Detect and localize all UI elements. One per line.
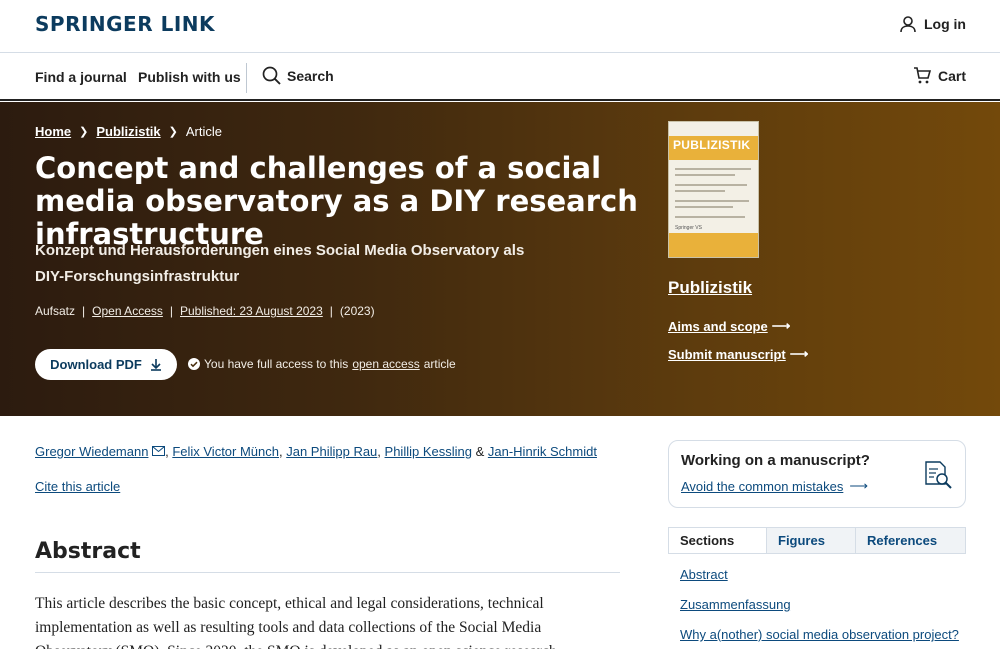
- cover-text-line: [675, 206, 733, 208]
- submit-manuscript-link[interactable]: Submit manuscript ⟶: [668, 346, 808, 362]
- abstract-text: This article describes the basic concept…: [35, 595, 557, 649]
- author-link[interactable]: Jan-Hinrik Schmidt: [488, 444, 597, 459]
- arrow-right-icon: ⟶: [789, 346, 809, 361]
- access-note-link[interactable]: open access: [352, 357, 419, 371]
- sidebar-tabs: Sections Figures References: [668, 527, 966, 554]
- journal-cover[interactable]: PUBLIZISTIK Springer VS: [668, 121, 759, 258]
- author-link[interactable]: Jan Philipp Rau: [286, 444, 377, 459]
- download-pdf-button[interactable]: Download PDF: [35, 349, 177, 380]
- meta-separator: |: [329, 304, 333, 318]
- abstract-heading: Abstract: [35, 539, 141, 564]
- login-label: Log in: [924, 16, 966, 32]
- main-nav: Find a journal Publish with us Search Ca…: [0, 54, 1000, 101]
- find-journal-link[interactable]: Find a journal: [35, 69, 127, 85]
- access-note: You have full access to this open access…: [188, 357, 456, 371]
- breadcrumb-journal[interactable]: Publizistik: [96, 124, 160, 139]
- top-header: SPRINGER LINK Log in: [0, 0, 1000, 53]
- cover-text-line: [675, 168, 751, 170]
- avoid-mistakes-link[interactable]: Avoid the common mistakes ⟶: [681, 478, 868, 494]
- section-link-abstract[interactable]: Abstract: [680, 567, 728, 582]
- author-link[interactable]: Phillip Kessling: [385, 444, 472, 459]
- aims-scope-label: Aims and scope: [668, 318, 768, 334]
- meta-separator: |: [169, 304, 173, 318]
- cover-text-line: [675, 190, 725, 192]
- springer-link-logo[interactable]: SPRINGER LINK: [35, 12, 215, 36]
- cover-bottom-band: [669, 233, 758, 257]
- section-link-zusammenfassung[interactable]: Zusammenfassung: [680, 597, 791, 612]
- breadcrumb: Home ❯ Publizistik ❯ Article: [35, 124, 222, 139]
- access-note-suffix: article: [423, 357, 456, 371]
- cart-button[interactable]: Cart: [913, 67, 966, 84]
- avoid-mistakes-label: Avoid the common mistakes: [681, 478, 844, 494]
- journal-name-link[interactable]: Publizistik: [668, 278, 752, 298]
- cite-article-link[interactable]: Cite this article: [35, 479, 120, 494]
- email-icon[interactable]: [152, 446, 166, 456]
- article-title: Concept and challenges of a social media…: [35, 151, 638, 251]
- download-pdf-label: Download PDF: [50, 357, 142, 372]
- cart-label: Cart: [937, 67, 966, 84]
- nav-divider: [246, 63, 247, 93]
- article-type: Aufsatz: [35, 304, 76, 318]
- chevron-right-icon: ❯: [168, 126, 178, 138]
- cover-text-line: [675, 200, 749, 202]
- manuscript-promo-title: Working on a manuscript?: [681, 452, 870, 469]
- cart-icon: [913, 67, 931, 84]
- manuscript-promo: Working on a manuscript? Avoid the commo…: [668, 440, 966, 508]
- author-link[interactable]: Gregor Wiedemann: [35, 444, 148, 459]
- search-icon: [262, 66, 281, 85]
- search-label: Search: [287, 67, 334, 84]
- publish-with-us-link[interactable]: Publish with us: [138, 69, 241, 85]
- submit-manuscript-label: Submit manuscript: [668, 346, 786, 362]
- aims-scope-link[interactable]: Aims and scope ⟶: [668, 318, 790, 334]
- tab-figures[interactable]: Figures: [766, 528, 855, 553]
- tab-references[interactable]: References: [855, 528, 965, 553]
- login-button[interactable]: Log in: [899, 15, 966, 33]
- search-button[interactable]: Search: [262, 66, 334, 85]
- open-access-link[interactable]: Open Access: [92, 304, 163, 318]
- breadcrumb-current: Article: [185, 124, 222, 139]
- article-meta: Aufsatz | Open Access | Published: 23 Au…: [35, 304, 375, 318]
- tab-sections[interactable]: Sections: [669, 528, 766, 553]
- document-search-icon: [925, 461, 952, 489]
- arrow-right-icon: ⟶: [771, 318, 791, 333]
- section-link-why-project[interactable]: Why a(nother) social media observation p…: [680, 627, 959, 642]
- article-year: (2023): [339, 304, 375, 318]
- divider: [35, 572, 620, 573]
- published-date-link[interactable]: Published: 23 August 2023: [180, 304, 323, 318]
- access-note-prefix: You have full access to this: [204, 357, 349, 371]
- arrow-right-icon: ⟶: [849, 478, 868, 493]
- cover-title: PUBLIZISTIK: [673, 138, 751, 152]
- cover-text-line: [675, 174, 735, 176]
- download-icon: [150, 359, 161, 371]
- article-subtitle: Konzept und Herausforderungen eines Soci…: [35, 242, 525, 285]
- cover-publisher: Springer VS: [675, 225, 702, 231]
- chevron-right-icon: ❯: [79, 126, 89, 138]
- author-list: Gregor Wiedemann , Felix Victor Münch, J…: [35, 444, 597, 459]
- cover-text-line: [675, 216, 745, 218]
- article-hero: Home ❯ Publizistik ❯ Article Concept and…: [0, 102, 1000, 416]
- check-circle-icon: [188, 358, 200, 370]
- breadcrumb-home[interactable]: Home: [35, 124, 71, 139]
- author-link[interactable]: Felix Victor Münch: [172, 444, 279, 459]
- user-icon: [900, 16, 916, 33]
- cover-text-line: [675, 184, 747, 186]
- meta-separator: |: [82, 304, 86, 318]
